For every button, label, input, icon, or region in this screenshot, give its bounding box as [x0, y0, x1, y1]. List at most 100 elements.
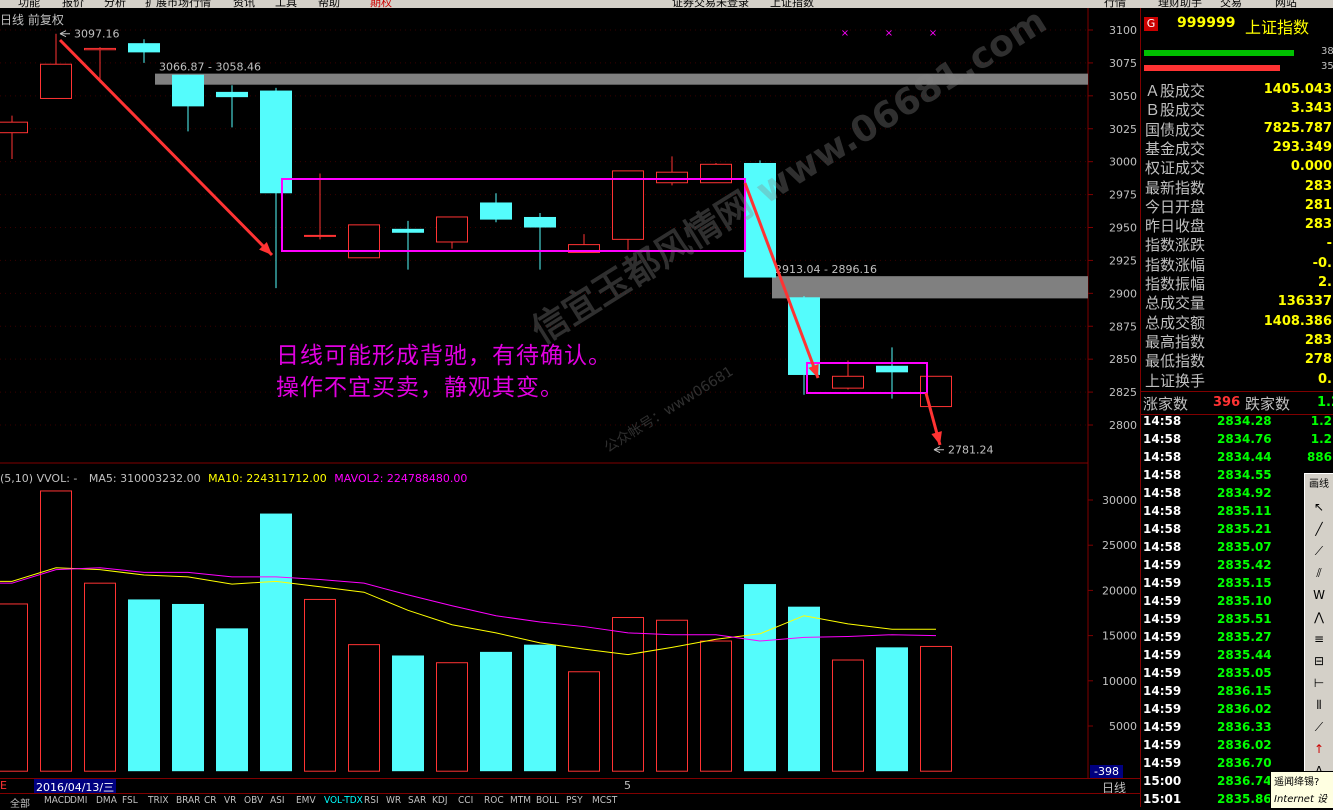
indicator-tab[interactable]: DMA — [96, 795, 117, 806]
volume-tick-label: 20000 — [1102, 584, 1137, 597]
chart-annotation: 日线可能形成背驰，有待确认。 操作不宜买卖，静观其变。 — [276, 340, 612, 404]
quote-row: 指数振幅 2. — [1143, 273, 1333, 293]
indicator-tab[interactable]: ROC — [484, 795, 504, 806]
wave-tool-icon[interactable]: W — [1309, 588, 1329, 606]
indicator-tab[interactable]: OBV — [244, 795, 263, 806]
menu-quote[interactable]: 报价 — [62, 0, 84, 8]
tick-row: 14:58 2834.76 1.2 — [1143, 432, 1333, 450]
indicator-tab[interactable]: CCI — [458, 795, 473, 806]
volume-bar — [656, 619, 688, 772]
tick-price: 2836.70 — [1217, 756, 1272, 770]
menu-options[interactable]: 期权 — [370, 0, 392, 8]
quote-row: 指数涨幅 -0. — [1143, 254, 1333, 274]
volume-bar — [612, 617, 644, 772]
range-tool-icon[interactable]: ⊢ — [1309, 676, 1329, 694]
tick-price: 2835.51 — [1217, 612, 1272, 626]
tooltip-line-2: Internet 设 — [1274, 794, 1328, 805]
price-tick-label: 2800 — [1109, 419, 1137, 432]
menu-info[interactable]: 资讯 — [233, 0, 255, 8]
tick-time: 14:59 — [1143, 648, 1182, 662]
tick-price: 2835.21 — [1217, 522, 1272, 536]
indicator-tab[interactable]: RSI — [364, 795, 379, 806]
cycle-tool-icon[interactable]: ⦀ — [1309, 698, 1329, 716]
signal-marker: × — [929, 28, 937, 39]
indicator-tab[interactable]: SAR — [408, 795, 426, 806]
price-tick-label: 2900 — [1109, 287, 1137, 300]
volume-ma10-label: MA10: 224311712.00 — [208, 472, 327, 485]
tick-price: 2836.02 — [1217, 738, 1272, 752]
indicator-tab[interactable]: VOL-TDX — [324, 795, 363, 806]
price-tick-label: 2950 — [1109, 222, 1137, 235]
menu-website[interactable]: 网站 — [1275, 0, 1297, 8]
tick-time: 14:58 — [1143, 432, 1182, 446]
quote-label: 昨日收盘 — [1145, 217, 1206, 236]
indicator-tab[interactable]: FSL — [122, 795, 138, 806]
menu-analysis[interactable]: 分析 — [104, 0, 126, 8]
indicator-tab[interactable]: BOLL — [536, 795, 559, 806]
quote-row: 最高指数 283 — [1143, 331, 1333, 351]
quote-value: 3.343 — [1290, 101, 1332, 117]
indicator-tab[interactable]: MTM — [510, 795, 531, 806]
parallel-tool-icon[interactable]: ⫽ — [1309, 566, 1329, 584]
indicator-tab[interactable]: 全部 — [10, 795, 30, 810]
indicator-tab[interactable]: BRAR — [176, 795, 200, 806]
fan-tool-icon[interactable]: ⟋ — [1309, 720, 1329, 738]
indicator-tab[interactable]: ASI — [270, 795, 285, 806]
fibonacci-tool-icon[interactable]: ≡ — [1309, 632, 1329, 650]
quote-row: 今日开盘 281 — [1143, 196, 1333, 216]
indicator-tab[interactable]: MACD — [44, 795, 71, 806]
line-tool-icon[interactable]: ╱ — [1309, 522, 1329, 540]
indicator-tabs: 全部 MACD DMI DMA FSL TRIX BRAR CR VR OBV ASI EMV VOL-… — [0, 793, 1140, 810]
volume-tick-label: 5000 — [1109, 720, 1137, 733]
menu-extended-market[interactable]: 扩展市场行情 — [145, 0, 211, 8]
up-arrow-tool-icon[interactable]: ↑ — [1309, 742, 1329, 760]
pointer-tool-icon[interactable]: ↖ — [1309, 500, 1329, 518]
indicator-tab[interactable]: WR — [386, 795, 401, 806]
tick-time: 14:59 — [1143, 558, 1182, 572]
menu-market[interactable]: 行情 — [1104, 0, 1126, 8]
volume-cursor-readout: -398 — [1090, 765, 1123, 778]
tick-price: 2836.02 — [1217, 702, 1272, 716]
indicator-tab[interactable]: KDJ — [432, 795, 447, 806]
advancers-count: 396 — [1213, 395, 1241, 410]
price-tick-label: 3050 — [1109, 90, 1137, 103]
drawing-toolbar: 画线 ↖ ╱ ⟋ ⫽ W ⋀ ≡ ⊟ ⊢ ⦀ ⟋ ↑ A — [1304, 473, 1333, 809]
zigzag-tool-icon[interactable]: ⋀ — [1309, 610, 1329, 628]
channel-tool-icon[interactable]: ⊟ — [1309, 654, 1329, 672]
candle-body — [612, 170, 644, 240]
indicator-tab[interactable]: PSY — [566, 795, 583, 806]
volume-bar — [876, 647, 908, 772]
menu-tools[interactable]: 工具 — [275, 0, 297, 8]
gap-label-upper: 3066.87 - 3058.46 — [159, 61, 261, 74]
menu-function[interactable]: 功能 — [18, 0, 40, 8]
indicator-tab[interactable]: EMV — [296, 795, 316, 806]
volume-indicator-name: (5,10) VVOL: - — [0, 472, 78, 485]
menu-finance-assistant[interactable]: 理财助手 — [1158, 0, 1202, 8]
menu-trade[interactable]: 交易 — [1220, 0, 1242, 8]
advancers-label: 涨家数 — [1143, 395, 1189, 413]
ray-tool-icon[interactable]: ⟋ — [1309, 544, 1329, 562]
quote-row: 指数涨跌 - — [1143, 234, 1333, 254]
candle-body — [348, 224, 380, 259]
period-glyph: E — [0, 779, 7, 792]
candle-body — [480, 202, 512, 220]
signal-marker: × — [885, 28, 893, 39]
volume-bar — [216, 628, 248, 772]
quote-row: 最低指数 278 — [1143, 350, 1333, 370]
quote-value: -0. — [1312, 255, 1332, 271]
quote-value: - — [1326, 236, 1332, 252]
menu-help[interactable]: 帮助 — [318, 0, 340, 8]
indicator-tab[interactable]: DMI — [70, 795, 87, 806]
indicator-tab[interactable]: VR — [224, 795, 236, 806]
tick-price: 2836.15 — [1217, 684, 1272, 698]
volume-tick-label: 25000 — [1102, 539, 1137, 552]
quote-row: 国债成交 7825.787 — [1143, 119, 1333, 139]
indicator-tab[interactable]: TRIX — [148, 795, 169, 806]
menu-bar: 功能 报价 分析 扩展市场行情 资讯 工具 帮助 期权 证券交易未登录 上证指数… — [0, 0, 1333, 8]
candle-body — [0, 121, 28, 134]
indicator-tab[interactable]: CR — [204, 795, 217, 806]
volume-bar — [832, 659, 864, 772]
status-tooltip: 遥闻绛锡? Internet 设 — [1270, 771, 1333, 809]
g-icon[interactable]: G — [1144, 17, 1158, 31]
indicator-tab[interactable]: MCST — [592, 795, 617, 806]
